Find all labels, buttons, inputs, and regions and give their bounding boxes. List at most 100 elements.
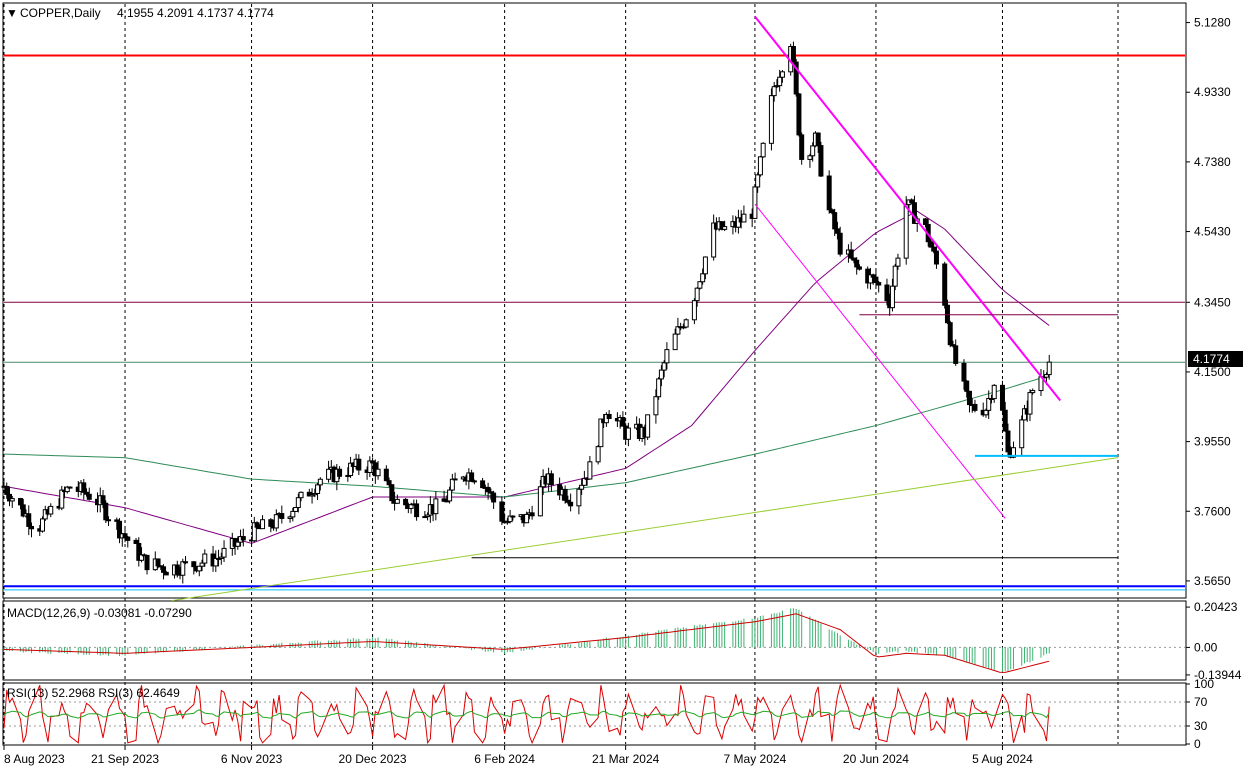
candle-body <box>755 174 761 188</box>
candle-body <box>645 414 651 438</box>
candle-body <box>694 287 700 302</box>
candle-body <box>658 369 664 380</box>
candle-body <box>548 473 554 486</box>
candle-body <box>796 93 802 136</box>
candle-body <box>356 458 362 471</box>
date-tick-label: 20 Dec 2023 <box>339 752 407 766</box>
candle-body <box>161 566 167 573</box>
candle-body <box>469 472 475 482</box>
candle-body <box>768 95 774 144</box>
candle-body <box>873 276 879 284</box>
candle-body <box>326 468 332 480</box>
candle-body <box>447 489 453 502</box>
candle-body <box>815 132 821 147</box>
candle-body <box>691 300 697 321</box>
candle-body <box>235 541 241 547</box>
candle-body <box>317 478 323 486</box>
candle-body <box>656 378 662 398</box>
candle-body <box>777 76 783 87</box>
candle-body <box>254 522 260 528</box>
candle-body <box>999 384 1005 411</box>
candle-body <box>653 396 659 416</box>
candle-body <box>26 513 32 527</box>
candle-body <box>180 561 186 576</box>
candle-body <box>771 86 777 97</box>
last-price-label: 4.1774 <box>1193 352 1230 366</box>
candle-body <box>889 285 895 309</box>
candle-body <box>1002 409 1008 432</box>
candle-body <box>947 322 953 346</box>
candle-body <box>144 554 150 571</box>
candle-body <box>834 228 840 234</box>
candle-body <box>221 547 227 558</box>
candle-body <box>40 518 46 532</box>
date-tick-label: 6 Feb 2024 <box>474 752 535 766</box>
candle-body <box>807 155 813 160</box>
candle-body <box>4 485 10 495</box>
candle-body <box>480 480 486 489</box>
candle-body <box>818 145 824 177</box>
candle-body <box>672 333 678 351</box>
candle-body <box>293 507 299 512</box>
candle-body <box>433 498 439 515</box>
candle-body <box>697 281 703 289</box>
candle-body <box>562 488 568 501</box>
symbol-label: COPPER,Daily <box>20 6 101 20</box>
candle-body <box>953 345 959 364</box>
candle-body <box>928 241 934 248</box>
candle-body <box>279 513 285 519</box>
candle-body <box>375 468 381 477</box>
rsi-tick-label: 0 <box>1194 737 1201 751</box>
candle-body <box>81 482 87 493</box>
candle-body <box>779 71 785 78</box>
candle-body <box>983 409 989 416</box>
candle-body <box>106 519 112 522</box>
candle-body <box>67 486 73 489</box>
candle-body <box>1005 430 1011 453</box>
candle-body <box>196 565 202 572</box>
candle-body <box>702 256 708 275</box>
candle-body <box>790 46 796 63</box>
candle-body <box>59 489 65 509</box>
candle-body <box>661 362 667 371</box>
candle-body <box>587 461 593 480</box>
candle-body <box>295 497 301 509</box>
ohlc-values: 4.1955 4.2091 4.1737 4.1774 <box>117 6 274 20</box>
candle-body <box>471 480 477 483</box>
candle-body <box>383 468 389 482</box>
candle-body <box>832 212 838 230</box>
chart-canvas[interactable]: 5.1280 4.9330 4.7380 4.5430 4.3450 4.1500 3.95… <box>0 0 1250 771</box>
candle-body <box>606 413 612 420</box>
candle-body <box>485 486 491 493</box>
price-tick-label: 4.7380 <box>1194 155 1231 169</box>
candle-body <box>529 512 535 517</box>
chart-header-triangle: ▼ <box>6 6 18 20</box>
candle-body <box>183 561 189 564</box>
candle-body <box>854 259 860 268</box>
candle-body <box>48 505 54 515</box>
candle-body <box>757 156 763 176</box>
price-tick-label: 4.1500 <box>1194 365 1231 379</box>
candle-body <box>848 249 854 259</box>
candle-body <box>579 484 585 490</box>
candle-body <box>991 384 997 400</box>
candle-body <box>1027 392 1033 415</box>
date-tick-label: 7 May 2024 <box>724 752 787 766</box>
candle-body <box>389 484 395 502</box>
candle-body <box>972 403 978 411</box>
candle-body <box>837 232 843 255</box>
candle-body <box>895 257 901 267</box>
candle-body <box>337 468 343 477</box>
price-tick-label: 4.5430 <box>1194 225 1231 239</box>
candle-body <box>1019 419 1025 449</box>
candle-body <box>922 218 928 225</box>
macd-tick-label: 0.00 <box>1194 640 1218 654</box>
macd-tick-label: 0.20423 <box>1194 600 1238 614</box>
candle-body <box>298 491 304 499</box>
candle-body <box>620 417 626 427</box>
candle-body <box>664 349 670 364</box>
candle-body <box>191 561 197 568</box>
date-tick-label: 21 Mar 2024 <box>592 752 660 766</box>
candle-body <box>499 501 505 522</box>
candle-body <box>86 493 92 500</box>
